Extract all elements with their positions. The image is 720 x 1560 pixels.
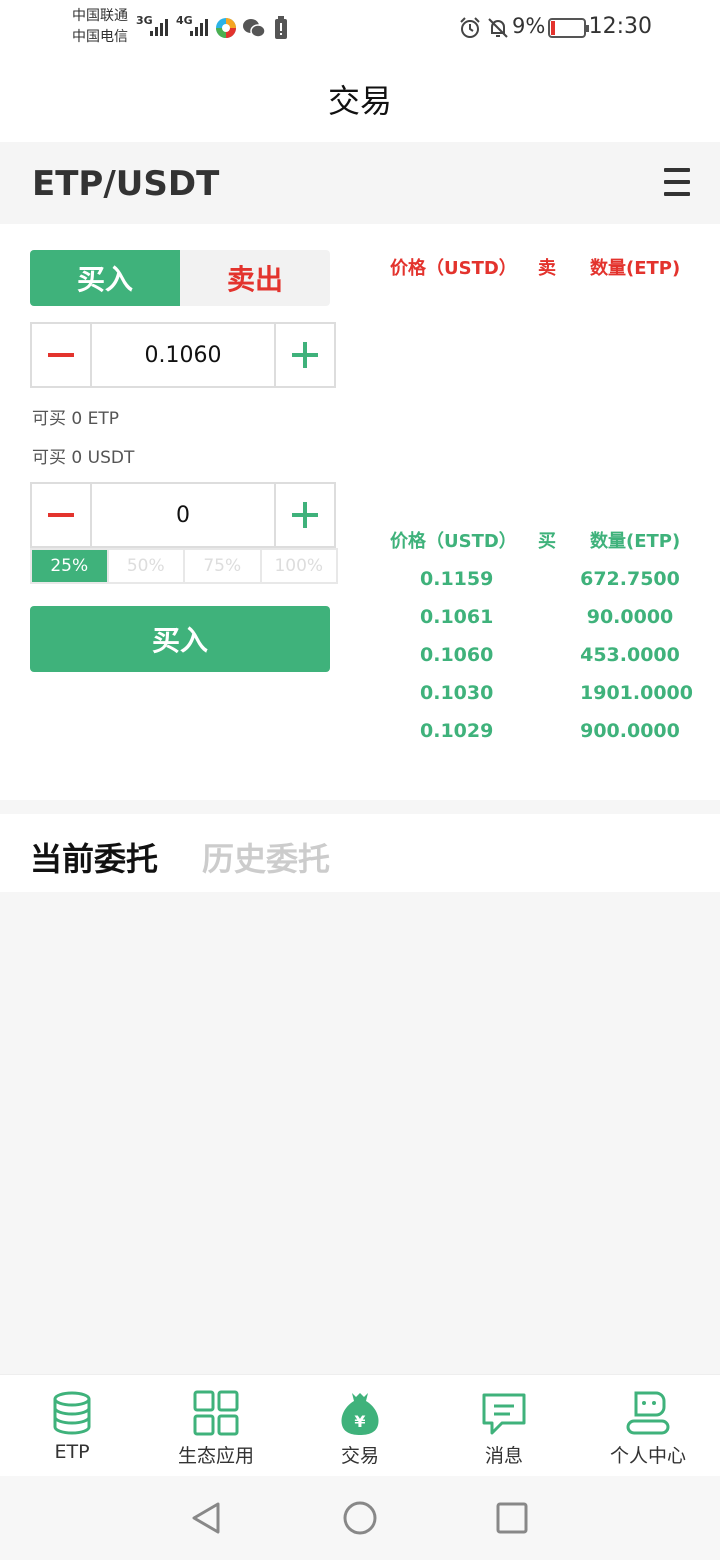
order-price: 0.1029 [420,720,494,742]
page-title: 交易 [0,56,720,142]
nav-item-profile[interactable]: 个人中心 [576,1375,720,1477]
percent-option[interactable]: 75% [185,550,262,582]
wechat-icon [243,19,266,38]
buy-qty-header: 数量(ETP) [590,531,681,552]
orders-list [0,892,720,1374]
nav-label: 生态应用 [177,1445,254,1467]
order-book-row[interactable]: 0.1159 672.7500 [390,568,700,598]
tab-sell[interactable]: 卖出 [180,250,330,306]
menu-icon[interactable] [664,168,690,196]
nav-label: 交易 [340,1445,379,1467]
price-stepper: 0.1060 [30,322,336,388]
signal-bars-icon [150,16,168,36]
nav-item-trade[interactable]: ¥ 交易 [288,1375,432,1477]
battery-icon [548,18,589,38]
signal-bars-icon [190,16,208,36]
bottom-nav: ETP 生态应用 ¥ 交易 消息 个人中心 [0,1374,720,1476]
orders-tabs: 当前委托 历史委托 [0,814,720,892]
nav-label: 消息 [484,1445,523,1467]
amount-decrease-button[interactable] [32,484,92,546]
pair-bar: ETP/USDT [0,142,720,224]
order-qty: 672.7500 [580,568,680,590]
sell-qty-header: 数量(ETP) [590,258,681,279]
order-qty: 900.0000 [580,720,680,742]
available-usdt: 可买 0 USDT [32,448,135,468]
order-price: 0.1060 [420,644,494,666]
nav-item-etp[interactable]: ETP [0,1375,144,1477]
minus-icon [48,353,74,357]
buy-orders-header: 价格（USTD） 买 数量(ETP) [390,527,690,557]
amount-increase-button[interactable] [274,484,334,546]
percent-selector: 25% 50% 75% 100% [30,548,338,584]
status-bar: 中国联通 中国电信 3G 4G 9% 12:30 [0,0,720,56]
recents-icon[interactable] [494,1500,530,1536]
order-qty: 453.0000 [580,644,680,666]
minus-icon [48,513,74,517]
battery-percent: 9% [512,14,546,38]
amount-stepper: 0 [30,482,336,548]
available-etp: 可买 0 ETP [32,409,120,429]
percent-option[interactable]: 25% [32,550,109,582]
order-price: 0.1030 [420,682,494,704]
money-bag-icon: ¥ [341,1393,379,1435]
trading-pair[interactable]: ETP/USDT [32,164,219,204]
carrier-2: 中国电信 [72,29,128,45]
grid-icon [193,1390,239,1436]
sell-side-header: 卖 [538,258,556,279]
carrier-info: 中国联通 中国电信 [72,6,128,48]
percent-option[interactable]: 100% [262,550,337,582]
plus-icon [292,342,318,368]
nav-item-ecosystem[interactable]: 生态应用 [144,1375,288,1477]
buy-side-header: 买 [538,531,556,552]
plus-icon [292,502,318,528]
nav-label: ETP [54,1441,90,1463]
app-notification-icon [216,18,236,38]
tab-current-orders[interactable]: 当前委托 [30,834,158,880]
battery-alert-icon [275,16,287,39]
back-icon[interactable] [188,1500,224,1536]
sell-price-header: 价格（USTD） [390,258,517,279]
order-book-row[interactable]: 0.1060 453.0000 [390,644,700,674]
home-icon[interactable] [342,1500,378,1536]
order-book-row[interactable]: 0.1061 90.0000 [390,606,700,636]
carrier-1: 中国联通 [72,8,128,24]
nav-item-messages[interactable]: 消息 [432,1375,576,1477]
mute-bell-icon [488,18,508,38]
order-qty: 1901.0000 [580,682,693,704]
amount-input[interactable]: 0 [92,484,274,546]
price-decrease-button[interactable] [32,324,92,386]
nav-label: 个人中心 [609,1445,686,1467]
order-price: 0.1061 [420,606,494,628]
clock: 12:30 [588,14,652,39]
message-icon [482,1393,526,1435]
alarm-icon [460,17,480,38]
trade-panel: 买入 卖出 0.1060 可买 0 ETP 可买 0 USDT 0 25% 50… [0,224,720,800]
buy-price-header: 价格（USTD） [390,531,517,552]
user-icon [626,1391,670,1435]
order-qty: 90.0000 [586,606,674,628]
percent-option[interactable]: 50% [109,550,185,582]
order-book-row[interactable]: 0.1030 1901.0000 [390,682,700,712]
price-increase-button[interactable] [274,324,334,386]
coins-icon [53,1391,91,1435]
tab-buy[interactable]: 买入 [30,250,180,306]
order-price: 0.1159 [420,568,494,590]
svg-text:¥: ¥ [354,1412,365,1431]
price-input[interactable]: 0.1060 [92,324,274,386]
tab-history-orders[interactable]: 历史委托 [202,834,330,880]
buy-submit-button[interactable]: 买入 [30,606,330,672]
order-book-row[interactable]: 0.1029 900.0000 [390,720,700,750]
system-nav-bar [0,1476,720,1560]
sell-orders-header: 价格（USTD） 卖 数量(ETP) [390,254,690,284]
trade-tabs: 买入 卖出 [30,250,330,306]
